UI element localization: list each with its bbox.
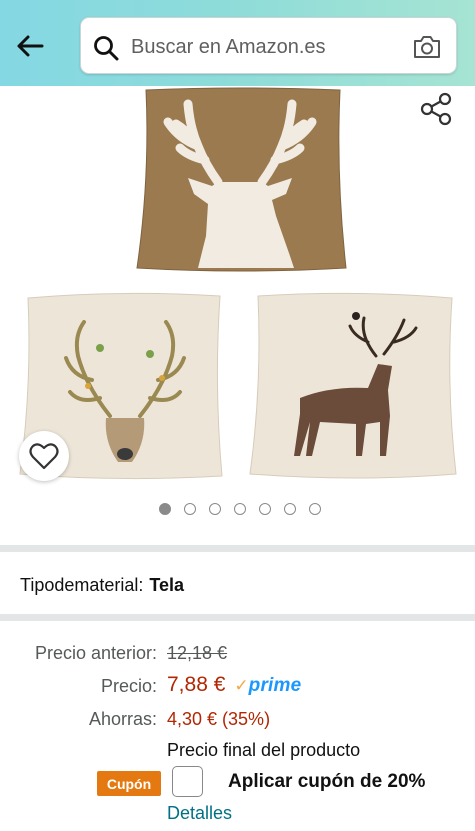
page-dot[interactable] <box>208 503 221 515</box>
share-icon[interactable] <box>418 91 454 127</box>
old-price: 12,18 € <box>167 643 228 663</box>
section-divider <box>0 545 475 552</box>
final-price-note: Precio final del producto <box>167 740 361 760</box>
top-bar <box>0 0 475 86</box>
material-attribute: Tipodematerial: Tela <box>20 575 184 596</box>
standing-deer-pillow <box>249 292 457 479</box>
material-value: Tela <box>149 575 185 595</box>
coupon-apply-text[interactable]: Aplicar cupón de 20% <box>228 771 425 793</box>
coupon-details-link[interactable]: Detalles <box>167 803 232 824</box>
old-price-label: Precio anterior: <box>34 643 157 663</box>
heart-icon <box>29 443 59 470</box>
search-icon[interactable] <box>93 35 119 61</box>
page-dot[interactable] <box>283 503 296 515</box>
arrow-left-icon <box>17 35 44 57</box>
page-dot[interactable] <box>183 503 196 515</box>
page-dot[interactable] <box>233 503 246 515</box>
price-row: 7,88 € ✓ prime <box>167 673 301 697</box>
product-image-gallery[interactable] <box>0 86 475 544</box>
search-input[interactable] <box>131 33 411 61</box>
favorite-button[interactable] <box>19 431 69 481</box>
brown-deer-pillow <box>136 87 347 272</box>
material-label: Tipodematerial: <box>20 575 144 595</box>
section-divider <box>0 614 475 621</box>
page-dot[interactable] <box>308 503 321 515</box>
back-button[interactable] <box>14 30 46 62</box>
prime-label: prime <box>248 675 302 696</box>
coupon-badge: Cupón <box>97 771 161 796</box>
product-image <box>19 87 457 480</box>
page-dot[interactable] <box>258 503 271 515</box>
camera-icon[interactable] <box>412 34 442 60</box>
price-label: Precio: <box>100 676 157 696</box>
savings-label: Ahorras: <box>88 709 157 729</box>
prime-check-icon: ✓ <box>234 676 249 695</box>
savings-value: 4,30 € (35%) <box>167 709 271 729</box>
search-bar[interactable] <box>80 17 457 74</box>
current-price: 7,88 € <box>167 673 226 696</box>
page-dot[interactable] <box>158 503 171 515</box>
prime-badge: ✓ prime <box>234 675 301 697</box>
image-pagination <box>0 503 475 517</box>
coupon-checkbox[interactable] <box>172 766 203 797</box>
